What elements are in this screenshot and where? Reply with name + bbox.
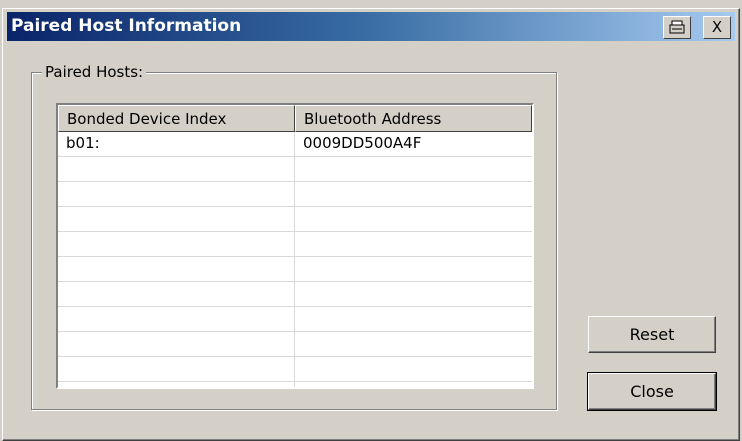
table-row[interactable] — [58, 207, 532, 232]
table-row[interactable] — [58, 232, 532, 257]
table-row[interactable] — [58, 157, 532, 182]
index-cell — [58, 232, 295, 256]
index-cell — [58, 382, 295, 387]
index-cell: b01: — [58, 132, 295, 156]
address-cell — [295, 207, 532, 231]
group-label: Paired Hosts: — [42, 63, 147, 81]
address-cell — [295, 257, 532, 281]
close-button[interactable]: Close — [587, 372, 717, 411]
address-cell — [295, 357, 532, 381]
title-bar[interactable]: Paired Host Information X — [7, 12, 735, 41]
table-row[interactable] — [58, 257, 532, 282]
table-header: Bonded Device Index Bluetooth Address — [58, 105, 532, 132]
table-row[interactable] — [58, 182, 532, 207]
address-cell — [295, 182, 532, 206]
reset-button[interactable]: Reset — [588, 316, 716, 353]
address-cell: 0009DD500A4F — [303, 134, 422, 152]
address-cell — [295, 332, 532, 356]
table-row[interactable] — [58, 357, 532, 382]
index-cell — [58, 307, 295, 331]
window-title: Paired Host Information — [11, 16, 242, 36]
index-cell — [58, 207, 295, 231]
index-cell — [58, 357, 295, 381]
table-row[interactable] — [58, 382, 532, 387]
table-row[interactable] — [58, 282, 532, 307]
column-header-index[interactable]: Bonded Device Index — [58, 105, 295, 132]
index-cell — [58, 282, 295, 306]
table-row[interactable] — [58, 332, 532, 357]
address-cell — [295, 307, 532, 331]
index-cell — [58, 332, 295, 356]
paired-hosts-group: Paired Hosts: Bonded Device Index Blueto… — [31, 63, 557, 410]
index-cell — [58, 157, 295, 181]
address-cell — [295, 157, 532, 181]
address-cell — [295, 232, 532, 256]
paired-host-dialog: Paired Host Information X Paired Hosts: … — [2, 8, 740, 441]
index-cell — [58, 182, 295, 206]
table-row[interactable] — [58, 307, 532, 332]
address-cell — [295, 382, 532, 387]
address-cell — [295, 282, 532, 306]
print-icon[interactable] — [663, 16, 691, 39]
index-cell — [58, 257, 295, 281]
paired-hosts-table[interactable]: Bonded Device Index Bluetooth Address b0… — [56, 103, 534, 389]
table-row[interactable]: b01: 0009DD500A4F — [58, 132, 532, 157]
column-header-address[interactable]: Bluetooth Address — [295, 105, 532, 132]
close-icon[interactable]: X — [703, 16, 731, 39]
